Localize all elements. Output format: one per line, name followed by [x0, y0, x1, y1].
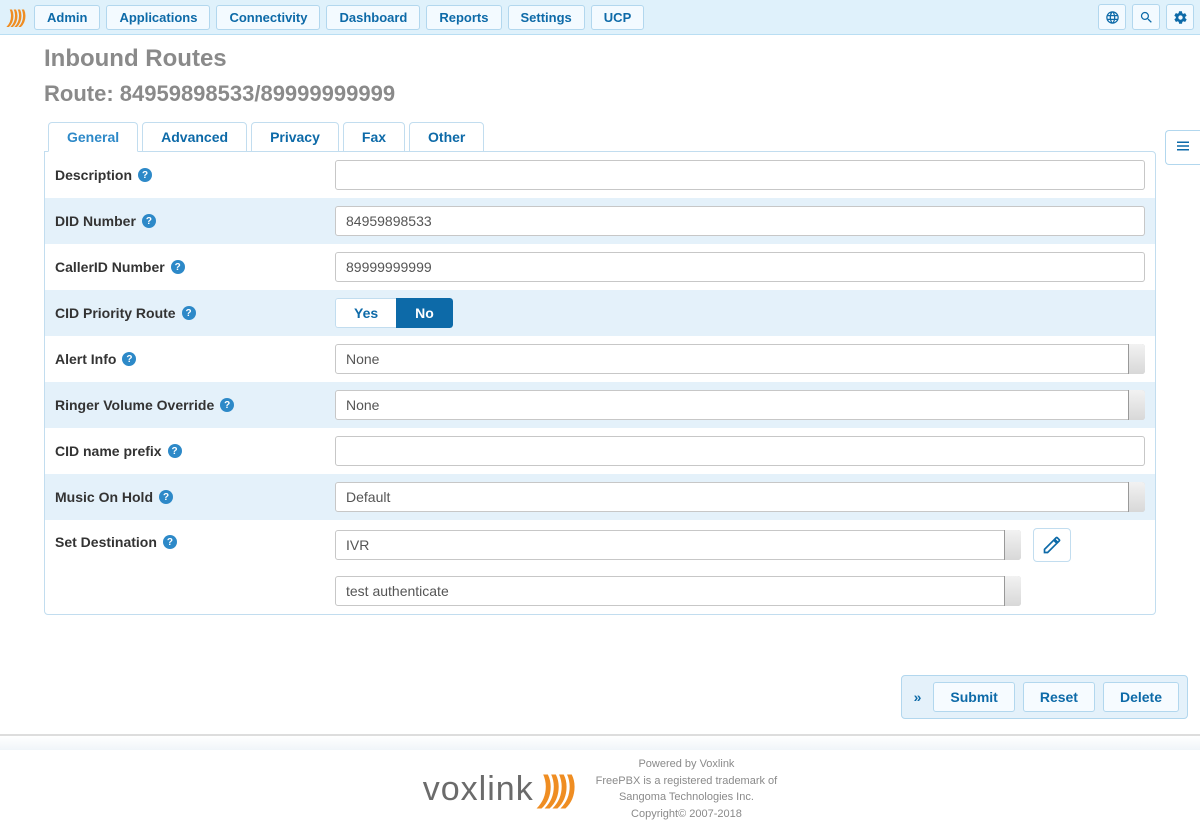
edit-destination-button[interactable] — [1033, 528, 1071, 562]
label-cid-priority: CID Priority Route — [55, 305, 176, 321]
destination-target-select[interactable] — [335, 576, 1021, 606]
help-icon[interactable]: ? — [220, 398, 234, 412]
footer-line-3: Sangoma Technologies Inc. — [596, 789, 778, 806]
submit-button[interactable]: Submit — [933, 682, 1014, 712]
tab-advanced[interactable]: Advanced — [142, 122, 247, 152]
help-icon[interactable]: ? — [168, 444, 182, 458]
label-cid-prefix: CID name prefix — [55, 443, 162, 459]
cid-priority-no[interactable]: No — [396, 298, 453, 328]
row-alert-info: Alert Info ? — [45, 336, 1155, 382]
language-icon[interactable] — [1098, 4, 1126, 30]
callerid-input[interactable] — [335, 252, 1145, 282]
nav-connectivity[interactable]: Connectivity — [216, 5, 320, 30]
help-icon[interactable]: ? — [142, 214, 156, 228]
did-input[interactable] — [335, 206, 1145, 236]
help-icon[interactable]: ? — [159, 490, 173, 504]
nav-reports[interactable]: Reports — [426, 5, 501, 30]
cid-priority-yes[interactable]: Yes — [335, 298, 396, 328]
nav-admin[interactable]: Admin — [34, 5, 100, 30]
tab-fax[interactable]: Fax — [343, 122, 405, 152]
help-icon[interactable]: ? — [122, 352, 136, 366]
row-description: Description ? — [45, 152, 1155, 198]
row-cid-priority: CID Priority Route ? Yes No — [45, 290, 1155, 336]
footer-line-4: Copyright© 2007-2018 — [596, 806, 778, 823]
form-panel: Description ? DID Number ? CallerID Numb… — [44, 151, 1156, 615]
page-title: Inbound Routes — [44, 45, 1156, 73]
brand-logo-icon: )))) — [6, 7, 28, 28]
right-panel-toggle[interactable] — [1165, 130, 1200, 165]
action-bar: » Submit Reset Delete — [901, 675, 1188, 719]
nav-settings[interactable]: Settings — [508, 5, 585, 30]
cid-priority-toggle: Yes No — [335, 298, 453, 328]
tab-strip: General Advanced Privacy Fax Other — [48, 121, 1156, 151]
help-icon[interactable]: ? — [171, 260, 185, 274]
help-icon[interactable]: ? — [138, 168, 152, 182]
alert-info-select[interactable] — [335, 344, 1145, 374]
label-alert-info: Alert Info — [55, 351, 116, 367]
top-navbar: )))) Admin Applications Connectivity Das… — [0, 0, 1200, 35]
cid-prefix-input[interactable] — [335, 436, 1145, 466]
label-moh: Music On Hold — [55, 489, 153, 505]
brand-mark-icon: )))) — [540, 768, 572, 810]
gear-icon[interactable] — [1166, 4, 1194, 30]
row-callerid: CallerID Number ? — [45, 244, 1155, 290]
footer-line-2: FreePBX is a registered trademark of — [596, 773, 778, 790]
nav-applications[interactable]: Applications — [106, 5, 210, 30]
label-destination: Set Destination — [55, 534, 157, 550]
footer-logo: voxlink )))) — [423, 768, 572, 810]
footer-line-1: Powered by Voxlink — [596, 756, 778, 773]
label-did: DID Number — [55, 213, 136, 229]
help-icon[interactable]: ? — [163, 535, 177, 549]
search-icon[interactable] — [1132, 4, 1160, 30]
tab-general[interactable]: General — [48, 122, 138, 152]
row-cid-prefix: CID name prefix ? — [45, 428, 1155, 474]
list-icon — [1174, 137, 1192, 155]
destination-type-select[interactable] — [335, 530, 1021, 560]
nav-ucp[interactable]: UCP — [591, 5, 644, 30]
chevron-right-icon[interactable]: » — [910, 689, 926, 705]
moh-select[interactable] — [335, 482, 1145, 512]
row-ringer: Ringer Volume Override ? — [45, 382, 1155, 428]
help-icon[interactable]: ? — [182, 306, 196, 320]
label-ringer: Ringer Volume Override — [55, 397, 214, 413]
reset-button[interactable]: Reset — [1023, 682, 1095, 712]
nav-dashboard[interactable]: Dashboard — [326, 5, 420, 30]
description-input[interactable] — [335, 160, 1145, 190]
pencil-icon — [1042, 535, 1062, 555]
footer: voxlink )))) Powered by Voxlink FreePBX … — [0, 750, 1200, 834]
tab-other[interactable]: Other — [409, 122, 484, 152]
route-title: Route: 84959898533/89999999999 — [44, 81, 1156, 107]
tab-privacy[interactable]: Privacy — [251, 122, 339, 152]
row-did: DID Number ? — [45, 198, 1155, 244]
row-moh: Music On Hold ? — [45, 474, 1155, 520]
label-description: Description — [55, 167, 132, 183]
row-destination: Set Destination ? — [45, 520, 1155, 614]
label-callerid: CallerID Number — [55, 259, 165, 275]
ringer-select[interactable] — [335, 390, 1145, 420]
delete-button[interactable]: Delete — [1103, 682, 1179, 712]
